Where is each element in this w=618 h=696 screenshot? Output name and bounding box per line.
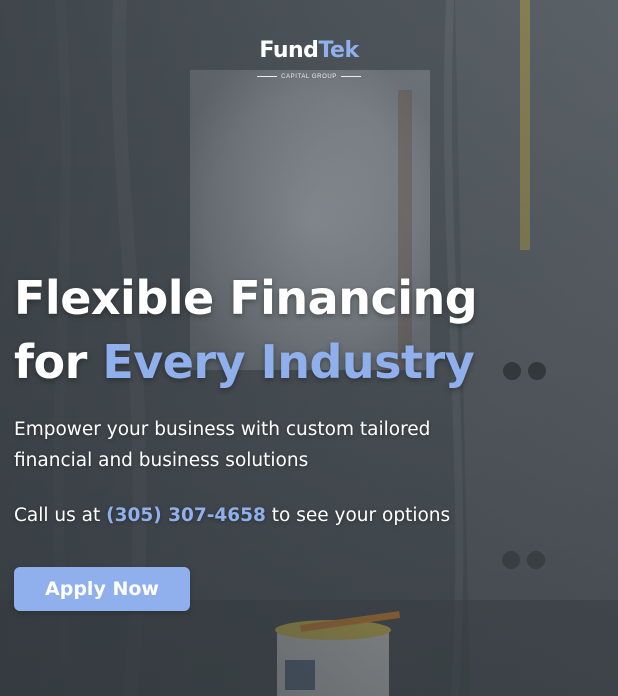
logo-rule-left	[257, 76, 278, 77]
hero-section: FundTek CAPITAL GROUP Flexible Financing…	[0, 0, 618, 696]
logo-wordmark: FundTek	[0, 38, 618, 64]
logo-tagline: CAPITAL GROUP	[281, 73, 337, 80]
call-us-line: Call us at (305) 307-4658 to see your op…	[14, 502, 604, 530]
logo-rule-right	[340, 76, 361, 77]
apply-now-button[interactable]: Apply Now	[14, 567, 190, 611]
logo-tagline-row: CAPITAL GROUP	[257, 74, 361, 80]
headline-accent: Every Industry	[102, 335, 475, 389]
hero-subcopy: Empower your business with custom tailor…	[14, 419, 431, 471]
fundtek-logo[interactable]: FundTek CAPITAL GROUP	[0, 38, 618, 82]
phone-link[interactable]: (305) 307-4658	[106, 505, 266, 526]
headline-for: for	[14, 335, 103, 389]
hero-headline: Flexible Financing for Every Industry	[14, 266, 614, 394]
call-prefix: Call us at	[14, 505, 107, 526]
logo-word-primary: Fund	[259, 38, 319, 63]
headline-line1: Flexible Financing	[14, 271, 478, 325]
logo-word-accent: Tek	[318, 38, 359, 63]
call-suffix: to see your options	[265, 505, 451, 526]
